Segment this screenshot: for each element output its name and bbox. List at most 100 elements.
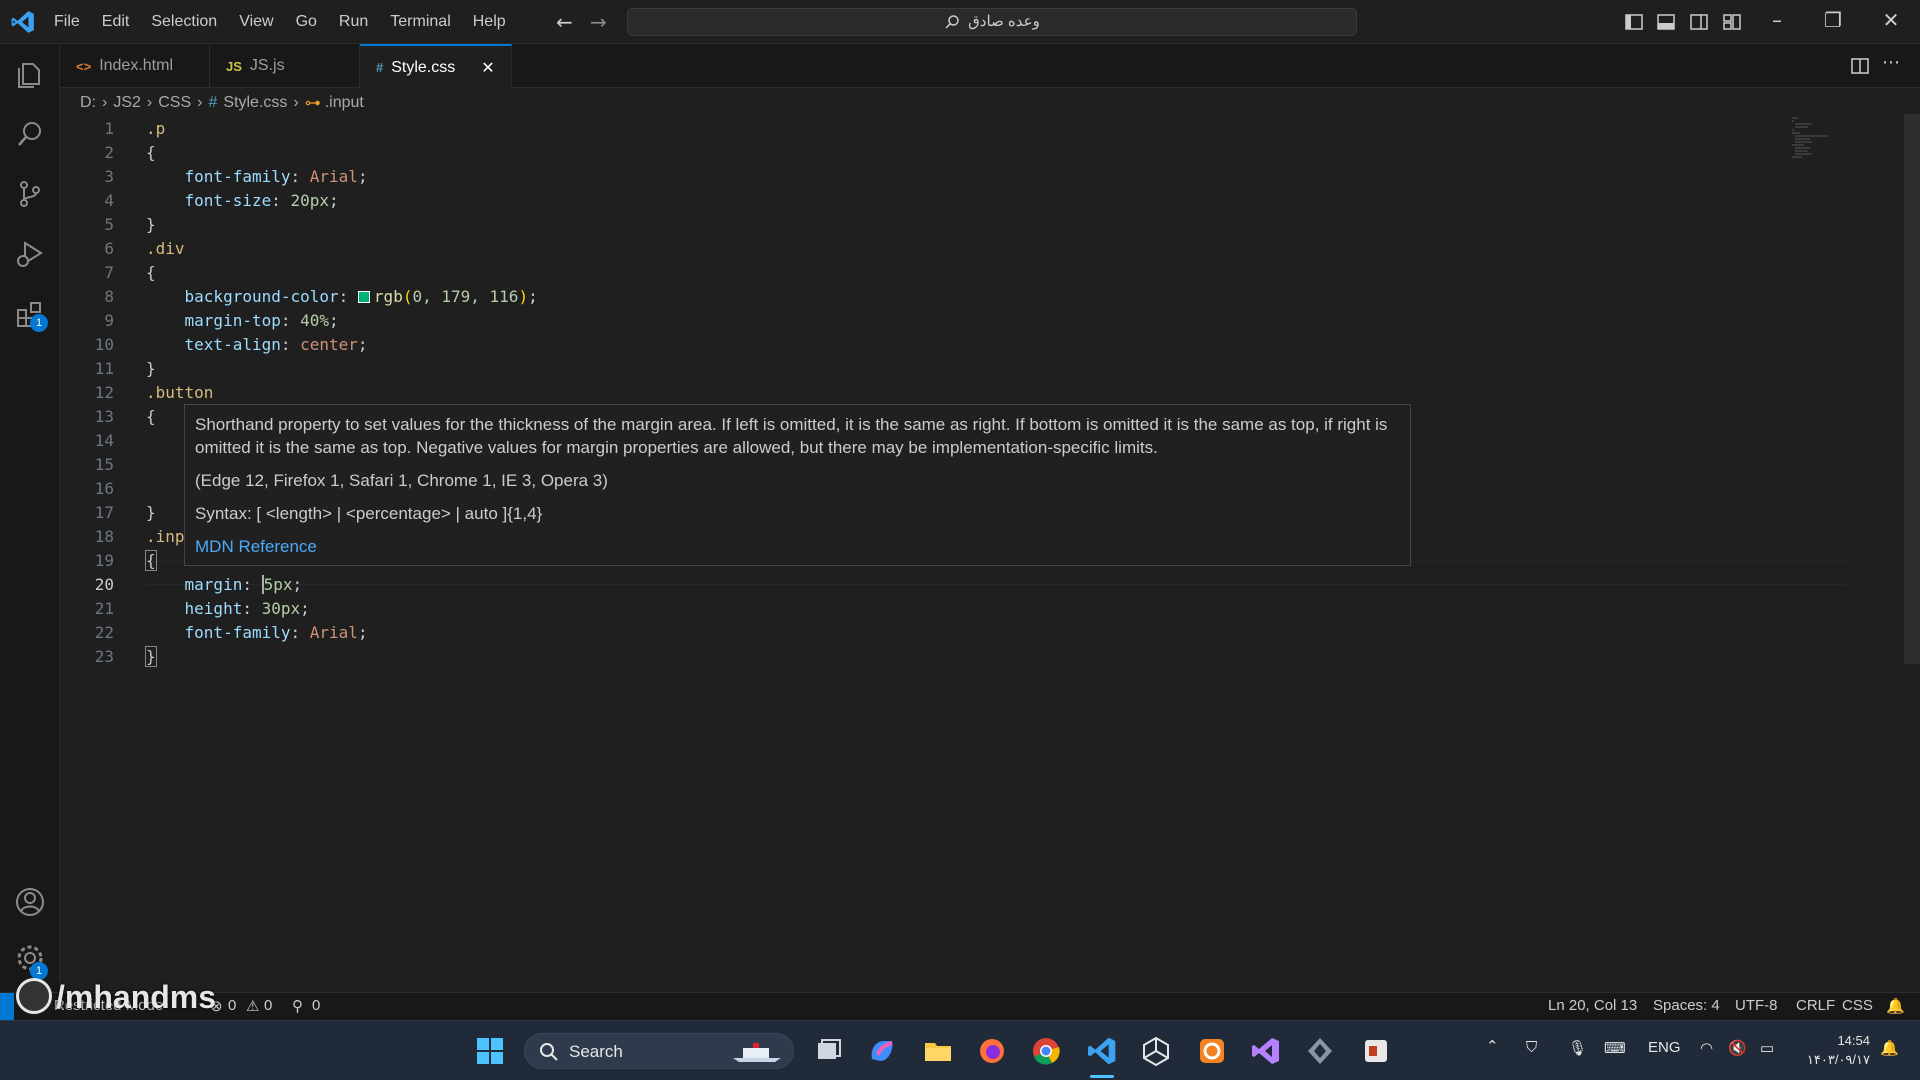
battery-icon[interactable]: ▭ — [1760, 1039, 1774, 1057]
menu-terminal[interactable]: Terminal — [390, 13, 450, 31]
language-indicator[interactable]: ENG — [1648, 1039, 1681, 1056]
language-mode[interactable]: CSS — [1842, 997, 1873, 1014]
breadcrumb-file[interactable]: Style.css — [223, 94, 287, 112]
customize-layout-icon[interactable] — [1722, 12, 1742, 32]
code-line: 23} — [94, 646, 157, 667]
chevron-up-icon[interactable]: ⌃ — [1486, 1037, 1499, 1055]
command-center[interactable]: وعده صادق — [627, 8, 1357, 36]
code-line: 12 .button — [94, 383, 214, 402]
minimap[interactable] — [1790, 114, 1830, 164]
menu-file[interactable]: File — [54, 13, 80, 31]
command-center-text: وعده صادق — [968, 13, 1040, 30]
security-shield-icon[interactable]: ⛉ — [1526, 1039, 1537, 1056]
vscode-taskbar-icon[interactable] — [1086, 1035, 1118, 1067]
tab-label: Style.css — [391, 58, 456, 76]
ports-count[interactable]: 0 — [312, 997, 320, 1014]
volume-muted-icon[interactable]: 🔇 — [1728, 1039, 1747, 1057]
tab-index-html[interactable]: <> Index.html — [60, 44, 210, 88]
color-swatch[interactable] — [357, 291, 370, 303]
cursor-position[interactable]: Ln 20, Col 13 — [1548, 997, 1637, 1014]
symbol-class-icon: ⊶ — [304, 95, 321, 112]
restore-icon[interactable]: ❐ — [1818, 8, 1848, 32]
warnings-count[interactable]: 0 — [264, 997, 272, 1014]
code-line: 6 .div — [104, 239, 185, 258]
code-line: 21 height: 30px; — [94, 599, 310, 618]
menu-help[interactable]: Help — [473, 13, 506, 31]
taskbar-search[interactable]: Search — [524, 1033, 794, 1069]
remote-indicator[interactable] — [0, 993, 14, 1020]
task-view-icon[interactable] — [812, 1035, 844, 1067]
indentation[interactable]: Spaces: 4 — [1653, 997, 1720, 1014]
eclipse-icon[interactable] — [1196, 1035, 1228, 1067]
status-bar: Restricted Mode ⊗ 0 ⚠ 0 ⚲ 0 Ln 20, Col 1… — [0, 992, 1920, 1020]
end-of-line[interactable]: CRLF — [1796, 997, 1835, 1014]
wifi-icon[interactable]: ◠ — [1700, 1039, 1713, 1057]
close-tab-icon[interactable]: ✕ — [481, 58, 494, 78]
toggle-primary-sidebar-icon[interactable] — [1624, 12, 1644, 32]
split-editor-icon[interactable] — [1850, 56, 1870, 76]
system-clock[interactable]: 14:54 ۱۴۰۳/۰۹/۱۷ — [1800, 1031, 1870, 1069]
tab-style-css[interactable]: # Style.css ✕ — [360, 44, 512, 89]
more-actions-icon[interactable]: ⋯ — [1882, 52, 1900, 73]
menu-go[interactable]: Go — [296, 13, 317, 31]
app-icon[interactable] — [1304, 1035, 1336, 1067]
visual-studio-icon[interactable] — [1250, 1035, 1282, 1067]
code-line-current: 20 margin: 5px; — [94, 575, 303, 594]
search-icon — [540, 1043, 558, 1061]
hover-browsers: (Edge 12, Firefox 1, Safari 1, Chrome 1,… — [195, 471, 608, 490]
breadcrumb-drive[interactable]: D: — [80, 94, 96, 112]
menu-view[interactable]: View — [239, 13, 273, 31]
toggle-panel-icon[interactable] — [1656, 12, 1676, 32]
warning-icon[interactable]: ⚠ — [246, 997, 259, 1015]
encoding[interactable]: UTF-8 — [1735, 997, 1778, 1014]
windows-taskbar: Search ⌃ ⛉ 🎙 ⌨ ENG ◠ 🔇 ▭ 14:54 ۱۴۰۳/۰۹/۱… — [0, 1020, 1920, 1080]
hover-description: Shorthand property to set values for the… — [195, 415, 1388, 457]
close-window-icon[interactable]: ✕ — [1876, 8, 1906, 32]
menu-run[interactable]: Run — [339, 13, 368, 31]
account-icon[interactable] — [14, 886, 46, 918]
copilot-icon[interactable] — [866, 1035, 898, 1067]
activity-bar: 1 1 — [0, 44, 60, 992]
breadcrumb-symbol[interactable]: .input — [325, 94, 364, 112]
chrome-icon[interactable] — [1030, 1035, 1062, 1067]
arrow-left-icon[interactable]: ← — [556, 10, 573, 34]
editor-scrollbar[interactable] — [1904, 114, 1920, 664]
menu-edit[interactable]: Edit — [102, 13, 130, 31]
css-file-icon: # — [376, 60, 384, 75]
microphone-icon[interactable]: 🎙 — [1568, 1039, 1587, 1057]
keyboard-icon[interactable]: ⌨ — [1604, 1039, 1626, 1057]
code-line: 4 font-size: 20px; — [104, 191, 339, 210]
errors-count[interactable]: 0 — [228, 997, 236, 1014]
chevron-right-icon: › — [293, 94, 299, 111]
explorer-icon[interactable] — [14, 58, 46, 90]
ports-icon[interactable]: ⚲ — [292, 997, 303, 1015]
active-app-indicator — [1090, 1075, 1114, 1078]
windows-start-icon[interactable] — [474, 1035, 506, 1067]
code-line: 10 text-align: center; — [94, 335, 368, 354]
watermark: /mhandms — [16, 978, 216, 1016]
arrow-right-icon[interactable]: → — [590, 10, 607, 34]
search-highlight-icon — [733, 1043, 781, 1062]
tab-js-js[interactable]: JS JS.js — [210, 44, 360, 88]
unity-icon[interactable] — [1140, 1035, 1172, 1067]
toggle-secondary-sidebar-icon[interactable] — [1689, 12, 1709, 32]
firefox-icon[interactable] — [976, 1035, 1008, 1067]
office-app-icon[interactable] — [1360, 1035, 1392, 1067]
hover-tooltip: Shorthand property to set values for the… — [184, 404, 1411, 566]
breadcrumb-folder[interactable]: CSS — [158, 94, 191, 112]
search-icon — [945, 15, 959, 29]
code-line: 2{ — [104, 143, 156, 162]
code-line: 11} — [94, 359, 156, 378]
breadcrumb: D: › JS2 › CSS › # Style.css › ⊶ .input — [80, 92, 364, 114]
menu-selection[interactable]: Selection — [151, 13, 217, 31]
breadcrumb-folder[interactable]: JS2 — [113, 94, 141, 112]
mdn-reference-link[interactable]: MDN Reference — [195, 537, 317, 556]
notifications-bell-icon[interactable]: 🔔 — [1886, 997, 1905, 1015]
file-explorer-icon[interactable] — [922, 1035, 954, 1067]
notification-icon[interactable]: 🔔 — [1880, 1039, 1899, 1057]
css-file-icon: # — [208, 94, 218, 111]
search-icon[interactable] — [14, 118, 46, 150]
minimize-icon[interactable]: – — [1762, 8, 1792, 32]
run-debug-icon[interactable] — [14, 238, 46, 270]
source-control-icon[interactable] — [14, 178, 46, 210]
